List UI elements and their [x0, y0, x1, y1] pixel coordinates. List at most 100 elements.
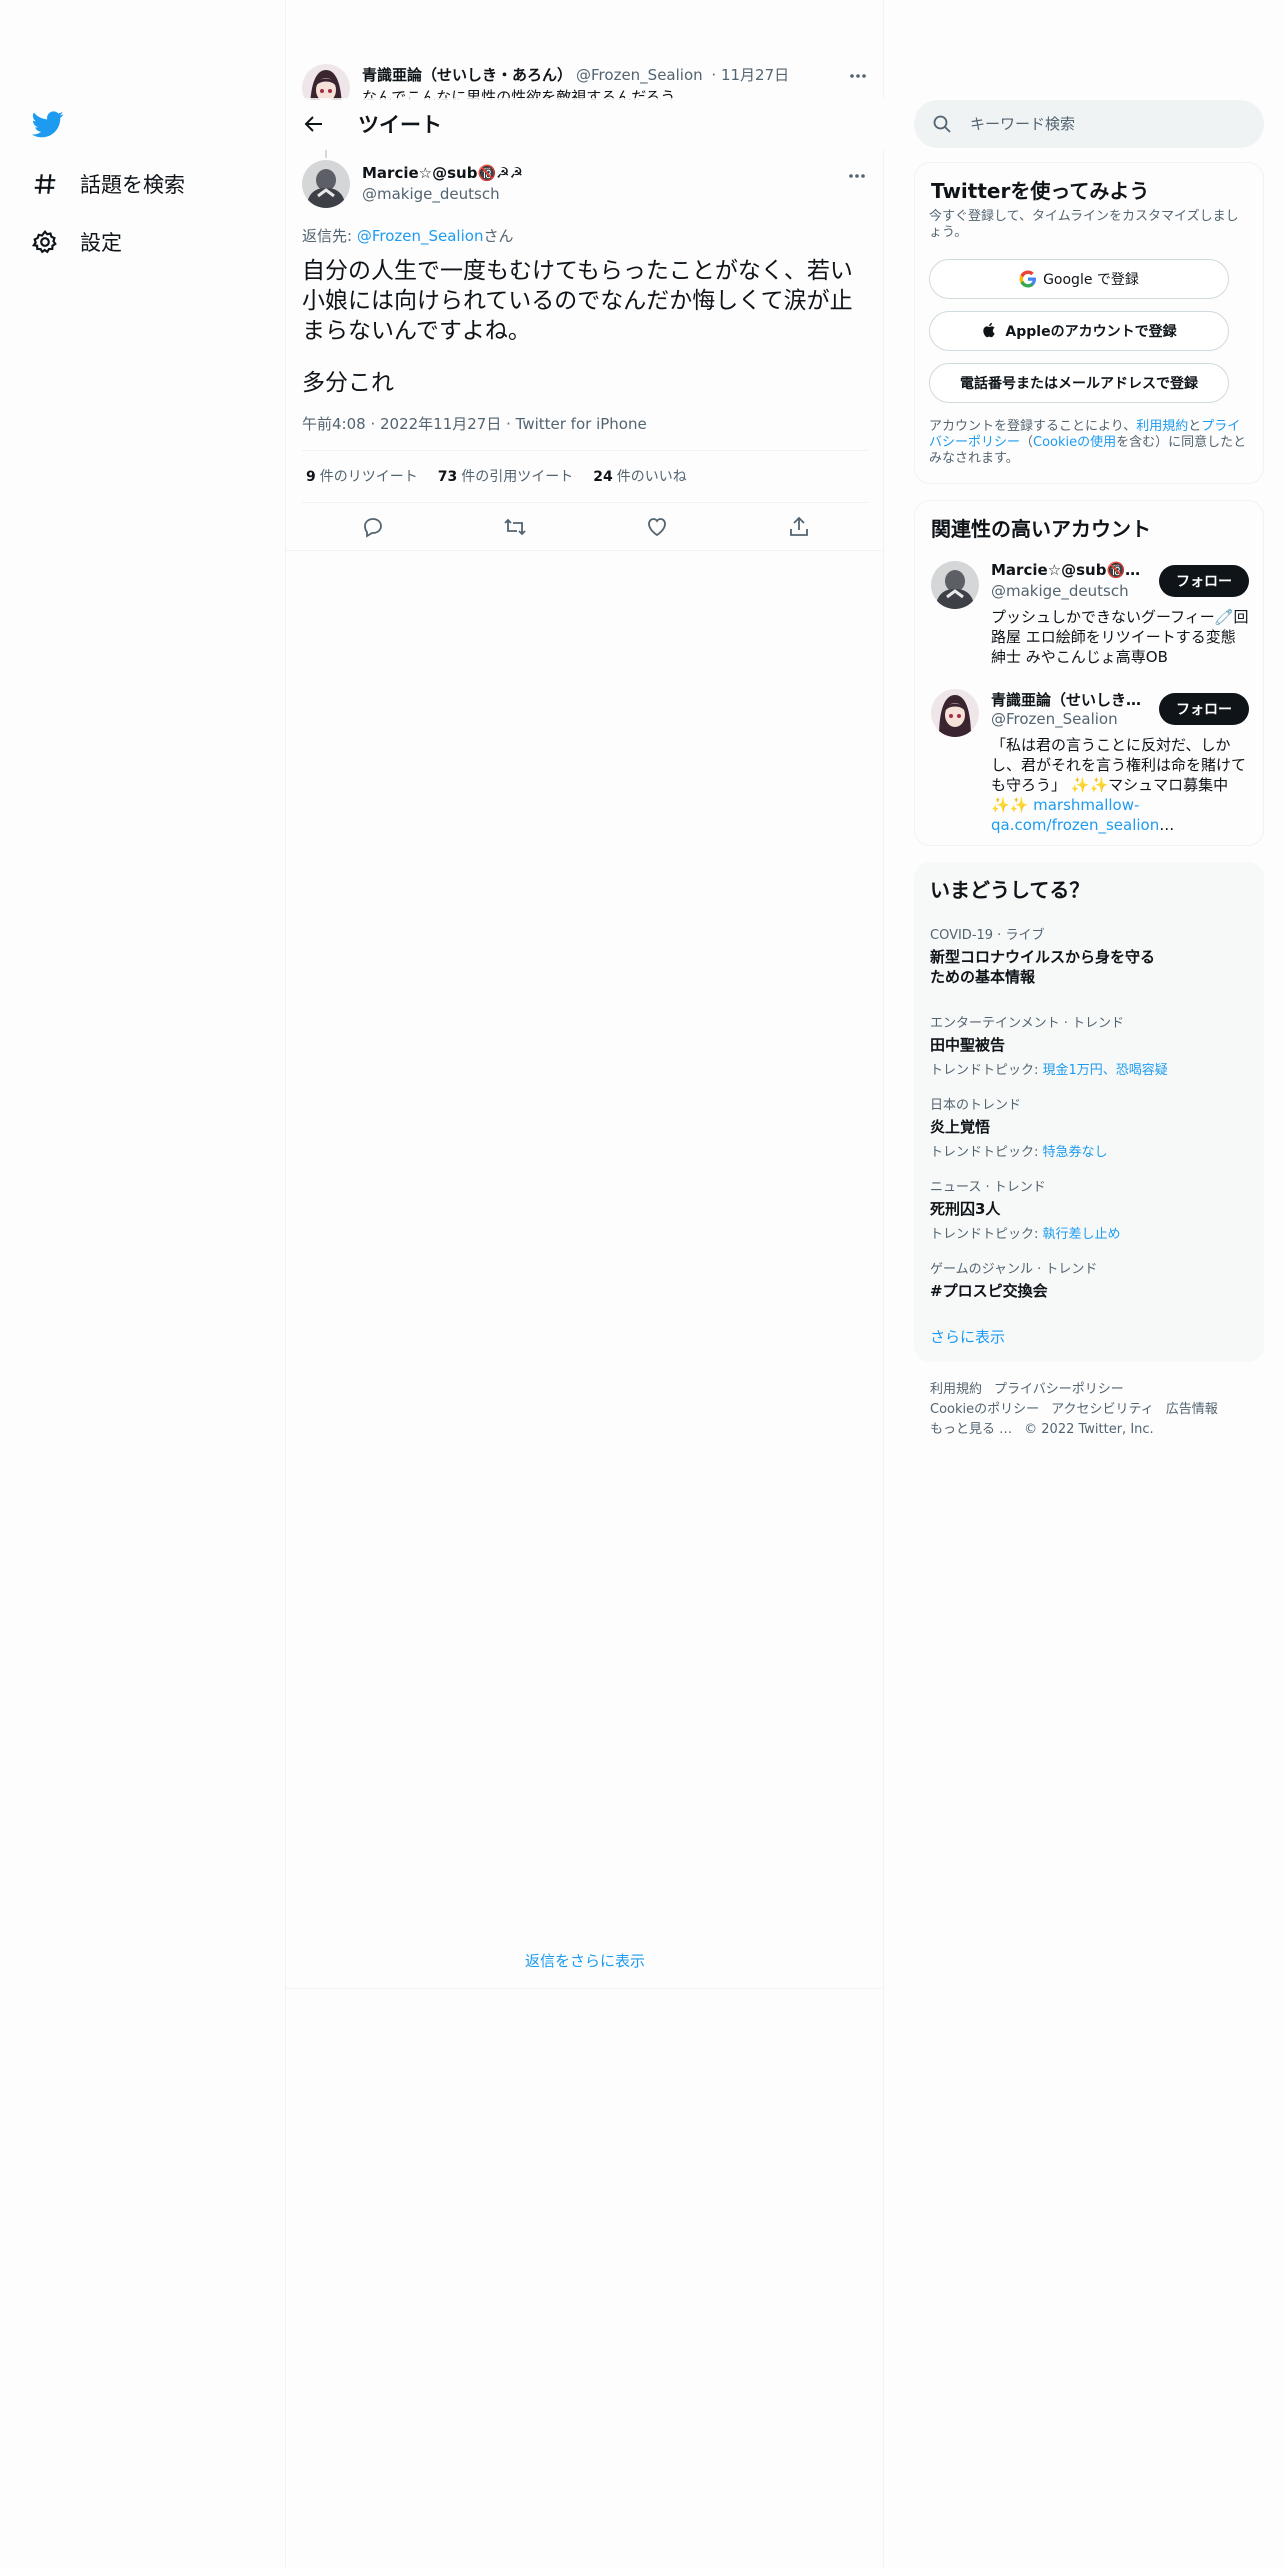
trend-topics-links[interactable]: 特急券なし: [1043, 1145, 1108, 1160]
phone-email-signup-button[interactable]: 電話番号またはメールアドレスで登録: [929, 363, 1229, 403]
divider: [286, 1988, 884, 1989]
likes-stat[interactable]: 24 件のいいね: [593, 466, 686, 486]
trend-topics: トレンドトピック: 特急券なし: [930, 1141, 1248, 1160]
terms-prefix: アカウントを登録することにより、: [929, 419, 1137, 434]
reply-mention-link[interactable]: @Frozen_Sealion: [357, 227, 484, 245]
follow-button[interactable]: フォロー: [1159, 693, 1249, 725]
divider: [286, 550, 884, 551]
gear-icon: [32, 229, 58, 255]
retweets-count: 9: [306, 469, 316, 485]
trends-show-more-link[interactable]: さらに表示: [930, 1326, 1005, 1347]
signup-title: Twitterを使ってみよう: [931, 179, 1150, 203]
account-name[interactable]: 青識亜論（せいしき・あろん）: [991, 689, 1151, 710]
parent-more-icon[interactable]: [848, 66, 868, 86]
footer-ads-link[interactable]: 広告情報: [1166, 1402, 1218, 1417]
page-title: ツイート: [358, 113, 442, 137]
trend-category: 日本のトレンド: [930, 1098, 1022, 1113]
nav-explore[interactable]: 話題を検索: [32, 164, 185, 204]
related-account[interactable]: Marcie☆@sub🔞☭☭ @makige_deutsch フォロー プッシュ…: [931, 561, 1249, 671]
apple-signup-button[interactable]: Appleのアカウントで登録: [929, 311, 1229, 351]
quotes-label: 件の引用ツイート: [461, 469, 574, 485]
terms-link[interactable]: 利用規約: [1136, 419, 1188, 434]
likes-label: 件のいいね: [616, 469, 687, 485]
page-header: ツイート: [286, 98, 884, 150]
parent-meta: 青識亜論（せいしき・あろん） @Frozen_Sealion · 11月27日: [362, 64, 789, 85]
account-name[interactable]: Marcie☆@sub🔞☭☭: [991, 561, 1151, 579]
footer-more-link[interactable]: もっと見る …: [930, 1422, 1012, 1437]
tweet-timestamp[interactable]: 午前4:08 · 2022年11月27日 · Twitter for iPhon…: [302, 413, 647, 434]
trend-category: ゲームのジャンル · トレンド: [930, 1262, 1098, 1277]
terms-paren: （: [1020, 435, 1034, 450]
trend-topics: トレンドトピック: 現金1万円、恐喝容疑: [930, 1059, 1248, 1078]
account-avatar[interactable]: [931, 561, 979, 609]
search-box[interactable]: キーワード検索: [914, 100, 1264, 148]
parent-avatar[interactable]: [302, 64, 350, 100]
nav-explore-label: 話題を検索: [80, 173, 185, 197]
parent-author-handle[interactable]: @Frozen_Sealion: [576, 66, 703, 84]
footer-privacy-link[interactable]: プライバシーポリシー: [994, 1382, 1124, 1397]
signup-panel: Twitterを使ってみよう 今すぐ登録して、タイムラインをカスタマイズしましょ…: [914, 162, 1264, 484]
trends-panel: いまどうしてる？ COVID-19 · ライブ 新型コロナウイルスから身を守るた…: [914, 862, 1264, 1362]
trend-item[interactable]: ゲームのジャンル · トレンド #プロスピ交換会: [930, 1258, 1248, 1301]
tweet-more-icon[interactable]: [847, 166, 867, 186]
follow-button[interactable]: フォロー: [1159, 565, 1249, 597]
back-arrow-icon[interactable]: [302, 112, 326, 136]
trend-name: 死刑囚3人: [930, 1200, 1001, 1218]
trend-topics-label: トレンドトピック:: [930, 1227, 1043, 1242]
retweet-icon[interactable]: [502, 514, 528, 540]
quotes-stat[interactable]: 73 件の引用ツイート: [438, 466, 573, 486]
parent-tweet[interactable]: 青識亜論（せいしき・あろん） @Frozen_Sealion · 11月27日 な…: [286, 56, 884, 100]
parent-date[interactable]: · 11月27日: [711, 66, 789, 84]
apple-signup-label: Appleのアカウントで登録: [1005, 324, 1177, 340]
trend-name: 田中聖被告: [930, 1036, 1006, 1054]
retweets-stat[interactable]: 9 件のリツイート: [306, 466, 418, 486]
trend-topics-links[interactable]: 現金1万円、恐喝容疑: [1043, 1063, 1168, 1078]
share-icon[interactable]: [786, 514, 812, 540]
reply-prefix: 返信先:: [302, 227, 357, 245]
terms-and: と: [1188, 419, 1202, 434]
reply-icon[interactable]: [360, 514, 386, 540]
footer-copyright: © 2022 Twitter, Inc.: [1024, 1422, 1154, 1437]
cookie-link[interactable]: Cookieの使用: [1033, 435, 1116, 450]
author-avatar[interactable]: [302, 160, 350, 208]
trend-topics-links[interactable]: 執行差し止め: [1043, 1227, 1121, 1242]
trend-category: COVID-19 · ライブ: [930, 928, 1045, 943]
google-signup-label: Google で登録: [1043, 272, 1139, 288]
reply-suffix: さん: [483, 227, 514, 245]
nav-settings[interactable]: 設定: [32, 222, 122, 262]
signup-subtitle: 今すぐ登録して、タイムラインをカスタマイズしましょう。: [929, 209, 1239, 240]
account-handle[interactable]: @Frozen_Sealion: [991, 710, 1118, 728]
trend-item[interactable]: 日本のトレンド 炎上覚悟 トレンドトピック: 特急券なし: [930, 1094, 1248, 1160]
author-name[interactable]: Marcie☆@sub🔞☭☭: [362, 164, 523, 182]
tweet-text-second-paragraph: 多分これ: [302, 370, 394, 396]
related-title: 関連性の高いアカウント: [931, 517, 1151, 541]
twitter-logo-icon[interactable]: [31, 108, 64, 140]
trend-item[interactable]: エンターテインメント · トレンド 田中聖被告 トレンドトピック: 現金1万円、…: [930, 1012, 1248, 1078]
tweet-actions: [286, 510, 884, 546]
show-more-replies-link[interactable]: 返信をさらに表示: [286, 1950, 884, 1971]
account-avatar[interactable]: [931, 689, 979, 737]
footer-cookie-link[interactable]: Cookieのポリシー: [930, 1402, 1039, 1417]
trend-name: 炎上覚悟: [930, 1118, 991, 1136]
trend-item[interactable]: ニュース · トレンド 死刑囚3人 トレンドトピック: 執行差し止め: [930, 1176, 1248, 1242]
author-handle[interactable]: @makige_deutsch: [362, 185, 500, 203]
divider: [302, 502, 868, 503]
account-handle[interactable]: @makige_deutsch: [991, 582, 1129, 600]
google-signup-button[interactable]: Google で登録: [929, 259, 1229, 299]
trend-name: 新型コロナウイルスから身を守るための基本情報: [930, 948, 1156, 986]
trend-category: エンターテインメント · トレンド: [930, 1016, 1125, 1031]
trend-name: #プロスピ交換会: [930, 1282, 1048, 1300]
footer-terms-link[interactable]: 利用規約: [930, 1382, 982, 1397]
right-sidebar: キーワード検索 Twitterを使ってみよう 今すぐ登録して、タイムラインをカス…: [884, 0, 1284, 2568]
google-icon: [1019, 270, 1037, 288]
footer-accessibility-link[interactable]: アクセシビリティ: [1051, 1402, 1154, 1417]
trend-item[interactable]: COVID-19 · ライブ 新型コロナウイルスから身を守るための基本情報: [930, 924, 1248, 987]
sidebar-footer: 利用規約 プライバシーポリシー Cookieのポリシー アクセシビリティ 広告情報 も…: [930, 1380, 1260, 1440]
related-account[interactable]: 青識亜論（せいしき・あろん） @Frozen_Sealion フォロー 「私は君…: [931, 689, 1249, 839]
parent-author-name[interactable]: 青識亜論（せいしき・あろん）: [362, 66, 572, 84]
like-icon[interactable]: [644, 514, 670, 540]
nav-settings-label: 設定: [80, 231, 122, 255]
tweet-stats: 9 件のリツイート 73 件の引用ツイート 24 件のいいね: [306, 466, 687, 486]
trend-topics: トレンドトピック: 執行差し止め: [930, 1223, 1248, 1242]
thread-connector: [325, 150, 327, 158]
